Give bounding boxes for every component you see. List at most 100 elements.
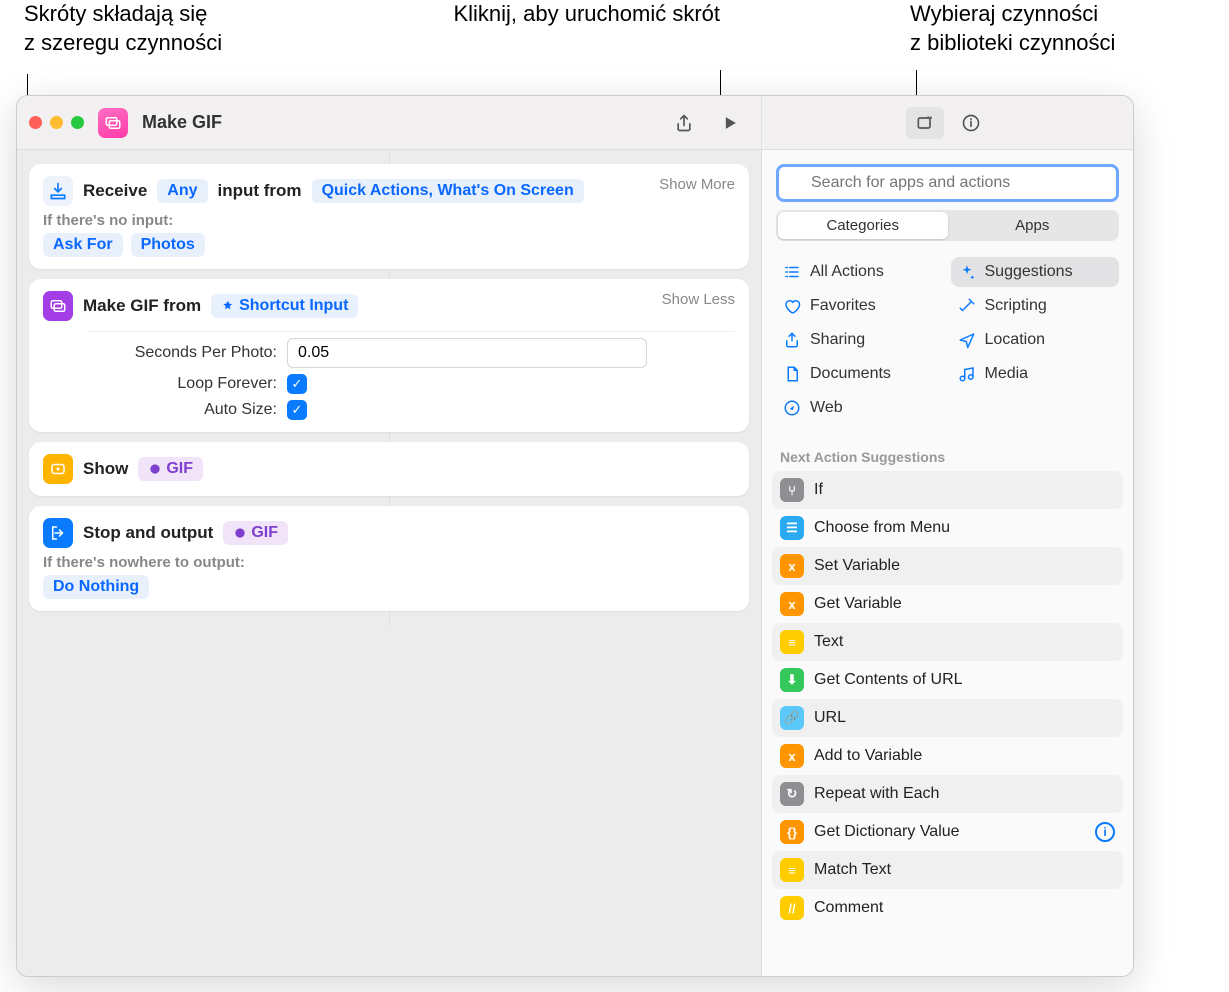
action-stop-output[interactable]: Stop and output GIF If there's nowhere t… [29, 506, 749, 611]
category-web[interactable]: Web [776, 393, 945, 423]
zoom-window-button[interactable] [71, 116, 84, 129]
suggestion-if[interactable]: ⑂If [772, 471, 1123, 509]
show-less-toggle[interactable]: Show Less [662, 291, 735, 308]
no-input-label: If there's no input: [43, 212, 735, 229]
token-gif-2[interactable]: GIF [223, 521, 288, 545]
nowhere-label: If there's nowhere to output: [43, 554, 735, 571]
category-scripting[interactable]: Scripting [951, 291, 1120, 321]
share-button[interactable] [665, 107, 703, 139]
wand-icon [957, 296, 977, 316]
suggestion-get-variable[interactable]: xGet Variable [772, 585, 1123, 623]
category-all-actions[interactable]: All Actions [776, 257, 945, 287]
category-documents[interactable]: Documents [776, 359, 945, 389]
suggestion-label: Repeat with Each [814, 785, 939, 803]
window-title: Make GIF [142, 112, 222, 133]
window-controls [29, 116, 84, 129]
action-glyph-icon: x [780, 592, 804, 616]
suggestion-comment[interactable]: // Comment [772, 889, 1123, 927]
suggestion-choose-from-menu[interactable]: ☰Choose from Menu [772, 509, 1123, 547]
shortcuts-editor-window: Make GIF Show More Receive Any i [16, 95, 1134, 977]
info-badge-icon[interactable]: i [1095, 822, 1115, 842]
show-more-toggle[interactable]: Show More [659, 176, 735, 193]
close-window-button[interactable] [29, 116, 42, 129]
play-icon [720, 113, 740, 133]
token-photos[interactable]: Photos [131, 233, 205, 257]
receive-mid: input from [218, 181, 302, 201]
suggestion-url[interactable]: 🔗URL [772, 699, 1123, 737]
stop-label: Stop and output [83, 523, 213, 543]
token-any[interactable]: Any [157, 179, 207, 203]
share-icon [782, 330, 802, 350]
category-suggestions[interactable]: Suggestions [951, 257, 1120, 287]
library-icon [915, 113, 935, 133]
exit-icon [43, 518, 73, 548]
action-show[interactable]: Show GIF [29, 442, 749, 496]
suggestion-label: Get Dictionary Value [814, 823, 960, 841]
makegif-label: Make GIF from [83, 296, 201, 316]
action-receive[interactable]: Show More Receive Any input from Quick A… [29, 164, 749, 269]
token-do-nothing[interactable]: Do Nothing [43, 575, 149, 599]
heart-icon [782, 296, 802, 316]
action-make-gif[interactable]: Show Less Make GIF from Shortcut Input S… [29, 279, 749, 432]
token-ask-for[interactable]: Ask For [43, 233, 123, 257]
run-button[interactable] [711, 107, 749, 139]
library-pane: Categories Apps All Actions Suggestions Fa… [761, 96, 1133, 976]
info-icon [961, 113, 981, 133]
suggestion-set-variable[interactable]: x Set Variable [772, 547, 1123, 585]
autosize-checkbox[interactable]: ✓ [287, 400, 307, 420]
suggestion-get-dictionary-value[interactable]: {} Get Dictionary Value i [772, 813, 1123, 851]
category-label: Scripting [985, 297, 1047, 315]
action-glyph-icon: x [780, 744, 804, 768]
search-input[interactable] [776, 164, 1119, 202]
category-label: Media [985, 365, 1029, 383]
tab-apps[interactable]: Apps [948, 212, 1118, 239]
suggestion-label: Comment [814, 899, 883, 917]
minimize-window-button[interactable] [50, 116, 63, 129]
seconds-input[interactable] [287, 338, 647, 368]
suggestion-repeat-with-each[interactable]: ↻Repeat with Each [772, 775, 1123, 813]
category-label: Documents [810, 365, 891, 383]
loop-label: Loop Forever: [87, 375, 277, 393]
token-gif[interactable]: GIF [138, 457, 203, 481]
category-label: Location [985, 331, 1046, 349]
seconds-label: Seconds Per Photo: [87, 344, 277, 362]
category-label: Web [810, 399, 843, 417]
category-favorites[interactable]: Favorites [776, 291, 945, 321]
callout-center: Kliknij, aby uruchomić skrót [440, 0, 720, 29]
library-toggle-button[interactable] [906, 107, 944, 139]
suggestions-header: Next Action Suggestions [762, 437, 1133, 471]
action-glyph-icon: x [780, 554, 804, 578]
suggestion-label: Get Contents of URL [814, 671, 963, 689]
suggestion-add-to-variable[interactable]: xAdd to Variable [772, 737, 1123, 775]
token-shortcut-input[interactable]: Shortcut Input [211, 294, 358, 318]
category-label: Sharing [810, 331, 865, 349]
suggestion-match-text[interactable]: ≡Match Text [772, 851, 1123, 889]
category-media[interactable]: Media [951, 359, 1120, 389]
action-glyph-icon: // [780, 896, 804, 920]
receive-label: Receive [83, 181, 147, 201]
category-label: Suggestions [985, 263, 1073, 281]
action-glyph-icon: 🔗 [780, 706, 804, 730]
suggestion-label: Text [814, 633, 843, 651]
receive-icon [43, 176, 73, 206]
token-source[interactable]: Quick Actions, What's On Screen [312, 179, 584, 203]
tab-categories[interactable]: Categories [778, 212, 948, 239]
suggestion-label: Set Variable [814, 557, 900, 575]
music-icon [957, 364, 977, 384]
action-glyph-icon: ⬇ [780, 668, 804, 692]
category-sharing[interactable]: Sharing [776, 325, 945, 355]
loop-checkbox[interactable]: ✓ [287, 374, 307, 394]
category-grid: All Actions Suggestions Favorites Scripting… [762, 251, 1133, 437]
autosize-label: Auto Size: [87, 401, 277, 419]
doc-icon [782, 364, 802, 384]
category-location[interactable]: Location [951, 325, 1120, 355]
magic-variable-icon [148, 462, 162, 476]
suggestion-text[interactable]: ≡ Text [772, 623, 1123, 661]
share-icon [674, 113, 694, 133]
action-glyph-icon: ≡ [780, 630, 804, 654]
nav-icon [957, 330, 977, 350]
action-glyph-icon: {} [780, 820, 804, 844]
suggestion-get-contents-of-url[interactable]: ⬇ Get Contents of URL [772, 661, 1123, 699]
info-button[interactable] [952, 107, 990, 139]
shortcut-icon [98, 108, 128, 138]
